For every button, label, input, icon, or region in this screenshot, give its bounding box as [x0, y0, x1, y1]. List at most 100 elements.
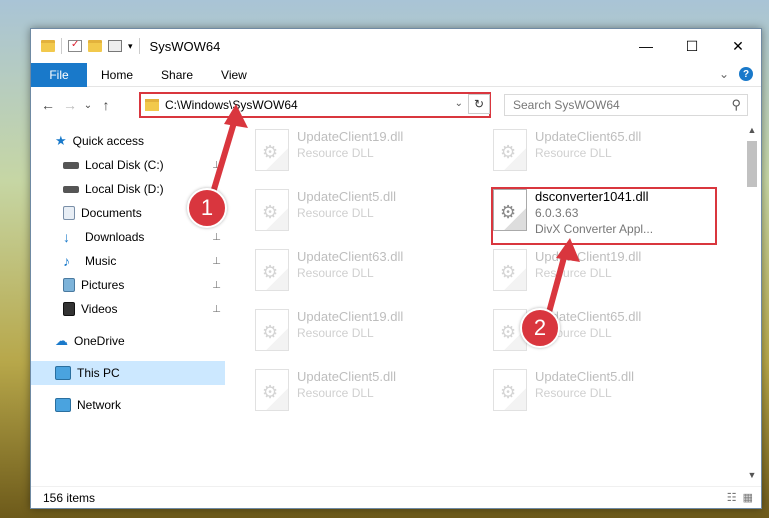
documents-icon — [63, 206, 75, 220]
close-button[interactable]: ✕ — [715, 29, 761, 63]
sidebar-item-pictures[interactable]: Pictures ⊥ — [31, 273, 225, 297]
tab-share[interactable]: Share — [147, 68, 207, 82]
recent-locations-button[interactable]: ⌄ — [81, 100, 95, 111]
expand-ribbon-icon[interactable]: ⌄ — [719, 67, 729, 81]
dll-file-icon: ⚙ — [255, 309, 289, 351]
divider — [61, 38, 62, 54]
scroll-up-icon[interactable]: ▲ — [743, 125, 761, 141]
divider — [138, 38, 140, 54]
cloud-icon: ☁ — [55, 333, 68, 348]
file-name: UpdateClient65.dll — [535, 129, 642, 144]
file-type: Resource DLL — [297, 326, 374, 340]
pin-icon: ⊥ — [212, 231, 221, 243]
folder-icon — [41, 40, 55, 52]
dll-file-icon: ⚙ — [255, 129, 289, 171]
file-type: Resource DLL — [297, 146, 374, 160]
file-item[interactable]: ⚙ UpdateClient5.dll Resource DLL — [493, 369, 723, 423]
file-item[interactable]: ⚙ UpdateClient19.dll Resource DLL — [255, 129, 485, 183]
customize-toolbar-icon[interactable] — [108, 40, 122, 52]
sidebar-item-label: This PC — [77, 366, 120, 380]
step-1-badge: 1 — [187, 188, 227, 228]
dll-file-icon: ⚙ — [255, 369, 289, 411]
sidebar-item-downloads[interactable]: ↓ Downloads ⊥ — [31, 225, 225, 249]
tab-home[interactable]: Home — [87, 68, 147, 82]
search-box[interactable]: Search SysWOW64 ⚲ — [504, 94, 748, 116]
vertical-scrollbar[interactable]: ▲ ▼ — [743, 125, 761, 486]
drive-icon — [63, 185, 79, 193]
file-type: Resource DLL — [297, 386, 374, 400]
minimize-button[interactable]: — — [623, 29, 669, 63]
scroll-down-icon[interactable]: ▼ — [743, 470, 761, 486]
pin-icon: ⊥ — [212, 279, 221, 291]
pictures-icon — [63, 278, 75, 292]
item-count: 156 items — [43, 490, 96, 505]
view-toggle: ☷ ▦ — [727, 491, 753, 504]
sidebar-item-label: Quick access — [72, 134, 145, 148]
sidebar-item-label: Downloads — [85, 230, 145, 244]
window-controls: — ☐ ✕ — [623, 29, 761, 63]
new-folder-icon[interactable] — [88, 40, 102, 52]
pin-icon: ⊥ — [212, 159, 221, 171]
tab-file[interactable]: File — [31, 62, 87, 87]
sidebar-item-label: Network — [77, 398, 122, 412]
file-item[interactable]: ⚙ UpdateClient5.dll Resource DLL — [255, 189, 485, 243]
file-name: UpdateClient63.dll — [297, 249, 404, 264]
refresh-button[interactable]: ↻ — [468, 94, 490, 114]
sidebar-item-this-pc[interactable]: This PC — [31, 361, 225, 385]
details-view-icon[interactable]: ☷ — [727, 491, 737, 504]
file-item[interactable]: ⚙ UpdateClient19.dll Resource DLL — [255, 309, 485, 363]
file-item[interactable]: ⚙ UpdateClient65.dll Resource DLL — [493, 129, 723, 183]
chevron-down-icon[interactable]: ▾ — [128, 41, 133, 52]
back-button[interactable]: ← — [37, 97, 59, 113]
sidebar-item-network[interactable]: Network — [31, 393, 225, 417]
dll-file-icon: ⚙ — [493, 129, 527, 171]
up-button[interactable]: ↑ — [95, 97, 117, 113]
tab-view[interactable]: View — [207, 68, 261, 82]
search-input[interactable]: Search SysWOW64 — [513, 98, 620, 112]
file-item[interactable]: ⚙ UpdateClient63.dll Resource DLL — [255, 249, 485, 303]
file-type: Resource DLL — [535, 266, 612, 280]
sidebar-item-videos[interactable]: Videos ⊥ — [31, 297, 225, 321]
large-icons-view-icon[interactable]: ▦ — [743, 491, 753, 504]
sidebar-item-onedrive[interactable]: ☁ OneDrive — [31, 329, 225, 353]
explorer-window: ▾ SysWOW64 — ☐ ✕ File Home Share View ⌄ … — [30, 28, 762, 509]
drive-icon — [63, 161, 79, 169]
file-name: UpdateClient5.dll — [297, 189, 397, 204]
quick-access-toolbar: ▾ — [31, 38, 133, 54]
file-item[interactable]: ⚙ UpdateClient5.dll Resource DLL — [255, 369, 485, 423]
music-icon: ♪ — [63, 253, 70, 269]
pin-icon: ⊥ — [212, 303, 221, 315]
status-bar: 156 items ☷ ▦ — [31, 486, 761, 508]
sidebar-item-label: Music — [85, 254, 117, 268]
sidebar-item-quick-access[interactable]: ★ Quick access — [31, 129, 225, 153]
maximize-button[interactable]: ☐ — [669, 29, 715, 63]
downloads-icon: ↓ — [63, 229, 70, 245]
pin-icon: ⊥ — [212, 255, 221, 267]
address-dropdown-icon[interactable]: ⌄ — [455, 98, 463, 109]
address-path[interactable]: C:\Windows\SysWOW64 — [165, 98, 298, 112]
sidebar-item-label: Videos — [81, 302, 118, 316]
dll-file-icon: ⚙ — [255, 249, 289, 291]
sidebar-item-local-disk-c[interactable]: Local Disk (C:) ⊥ — [31, 153, 225, 177]
navigation-pane: ★ Quick access Local Disk (C:) ⊥ Local D… — [31, 125, 225, 486]
file-type: Resource DLL — [535, 146, 612, 160]
navigation-bar: ← → ⌄ ↑ C:\Windows\SysWOW64 ⌄ ↻ Search S… — [31, 87, 761, 123]
computer-icon — [55, 366, 71, 380]
file-name: UpdateClient5.dll — [297, 369, 397, 384]
file-type: Resource DLL — [297, 266, 374, 280]
file-item[interactable]: ⚙ UpdateClient19.dll Resource DLL — [493, 249, 723, 303]
title-bar: ▾ SysWOW64 — ☐ ✕ — [31, 29, 761, 63]
forward-button[interactable]: → — [59, 97, 81, 113]
help-icon[interactable]: ? — [739, 67, 753, 81]
properties-icon[interactable] — [68, 39, 82, 52]
folder-icon — [145, 99, 159, 111]
sidebar-item-label: OneDrive — [74, 334, 125, 348]
file-name: UpdateClient19.dll — [297, 309, 404, 324]
file-type: Resource DLL — [535, 386, 612, 400]
scrollbar-thumb[interactable] — [747, 141, 757, 187]
dll-file-icon: ⚙ — [493, 369, 527, 411]
sidebar-item-label: Pictures — [81, 278, 125, 292]
sidebar-item-music[interactable]: ♪ Music ⊥ — [31, 249, 225, 273]
address-bar[interactable]: C:\Windows\SysWOW64 ⌄ — [139, 92, 491, 118]
window-title: SysWOW64 — [149, 38, 221, 54]
